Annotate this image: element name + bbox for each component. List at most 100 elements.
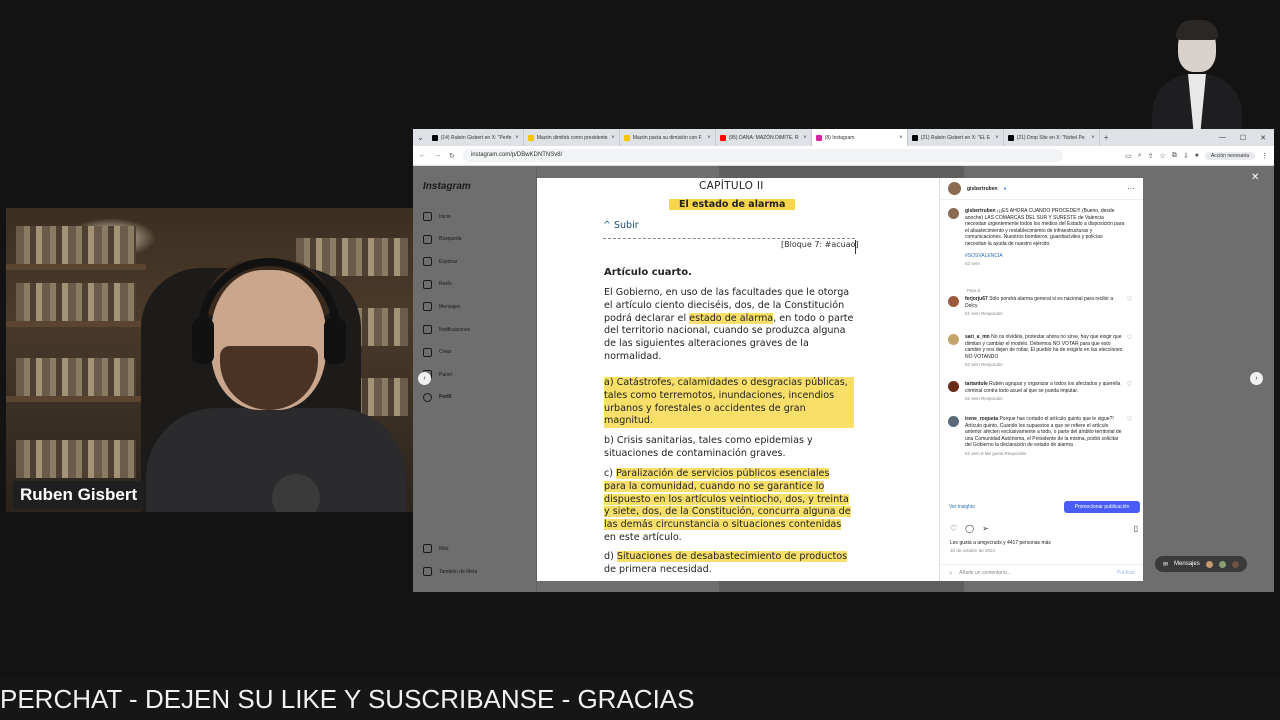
item-c: c) Paralización de servicios públicos es…	[604, 468, 851, 543]
new-tab-button[interactable]: +	[1100, 133, 1113, 142]
sidebar-item-búsqueda[interactable]: Búsqueda	[423, 234, 462, 244]
next-arrow-icon[interactable]: ›	[1250, 372, 1263, 385]
sidebar-item-perfil[interactable]: Perfil	[423, 392, 452, 402]
chapter-heading: CAPÍTULO II	[699, 180, 764, 192]
emoji-icon[interactable]: ☺	[948, 570, 953, 576]
comment-meta: 52 sem Responder	[965, 362, 1004, 368]
post-author[interactable]: gisbertruben	[967, 186, 998, 192]
messages-pill[interactable]: ✉ Mensajes	[1155, 556, 1247, 572]
downloads-icon[interactable]: ⇩	[1183, 152, 1189, 160]
sidebar-item-label: Explorar	[439, 258, 458, 265]
comment-like-icon[interactable]: ♡	[1127, 416, 1132, 423]
insights-link[interactable]: Ver insights	[949, 504, 975, 510]
promote-button[interactable]: Promocionar publicación	[1064, 501, 1140, 513]
reload-icon[interactable]: ↻	[449, 152, 455, 160]
profile-icon[interactable]: ●	[1195, 152, 1199, 159]
close-tab-icon[interactable]: ×	[803, 135, 807, 141]
bookmark-star-icon[interactable]: ☆	[1160, 152, 1166, 160]
url-input[interactable]: instagram.com/p/DBwKDNTNSv8/	[462, 149, 1063, 162]
avatar[interactable]	[948, 416, 959, 427]
close-tab-icon[interactable]: ×	[899, 135, 903, 141]
close-tab-icon[interactable]: ×	[995, 135, 999, 141]
like-icon[interactable]: ♡	[950, 524, 957, 533]
maximize-icon[interactable]: ☐	[1240, 134, 1246, 142]
avatar[interactable]	[948, 334, 959, 345]
comment-like-icon[interactable]: ♡	[1127, 296, 1132, 303]
comment-user[interactable]: ferjorju67	[965, 296, 988, 302]
x-icon	[431, 134, 438, 141]
minimize-icon[interactable]: —	[1219, 134, 1226, 142]
browser-tab[interactable]: (8) Instagram ×	[811, 129, 908, 146]
sidebar-item-crear[interactable]: Crear	[423, 347, 452, 357]
comment-icon[interactable]: ◯	[965, 524, 974, 533]
host-photo	[1148, 18, 1244, 130]
sidebar-item-explorar[interactable]: Explorar	[423, 257, 458, 267]
verified-icon: ●	[1003, 185, 1007, 192]
avatar[interactable]	[948, 381, 959, 392]
browser-tab[interactable]: (21) Rubén Gisbert en X: "EL E ×	[908, 129, 1004, 146]
sidebar-item-notificaciones[interactable]: Notificaciones	[423, 325, 470, 334]
likes-count[interactable]: Les gusta a amgvcruds y 4417 personas má…	[950, 540, 1051, 546]
add-comment-bar: ☺ Añade un comentario... Publicar	[940, 564, 1143, 581]
browser-tab[interactable]: Mazón dimitirá como presidente ×	[524, 129, 620, 146]
avatar[interactable]	[948, 296, 959, 307]
bloque-label: [Bloque 7: #acuao]	[781, 240, 859, 249]
avatar	[1205, 560, 1213, 568]
tab-label: (21) Rubén Gisbert en X: "EL E	[920, 134, 991, 141]
comment-like-icon[interactable]: ♡	[1127, 334, 1132, 341]
action-needed-button[interactable]: Acción necesaria	[1204, 151, 1255, 160]
cast-icon[interactable]: ▭	[1125, 152, 1132, 160]
more-options-icon[interactable]: ···	[1127, 184, 1135, 193]
sidebar-item-bottom[interactable]: Más	[423, 544, 448, 553]
avatar[interactable]	[948, 208, 959, 219]
browser-tab[interactable]: (14) Rubén Gisbert en X: "Perfe ×	[428, 129, 524, 146]
close-icon[interactable]: ✕	[1251, 172, 1259, 183]
close-tab-icon[interactable]: ×	[515, 135, 519, 141]
publish-button[interactable]: Publicar	[1117, 570, 1135, 576]
back-icon[interactable]: ←	[419, 152, 426, 159]
comment: irene_roqueta Porque has cortado el artí…	[948, 416, 1138, 458]
comment-meta: 52 sem Responder	[965, 396, 1004, 402]
tab-label: (95) DANA: MAZÓN DIMITE. R	[728, 134, 799, 141]
close-tab-icon[interactable]: ×	[1091, 135, 1095, 141]
zoom-icon[interactable]: ⌕	[1138, 152, 1142, 160]
comment-user[interactable]: irene_roqueta	[965, 416, 998, 422]
comment-user[interactable]: sari_a_mn	[965, 334, 990, 340]
sidebar-item-bottom[interactable]: También de Meta	[423, 567, 477, 576]
sidebar-item-inicio[interactable]: Inicio	[423, 212, 451, 221]
forward-icon[interactable]: →	[434, 152, 441, 159]
close-tab-icon[interactable]: ×	[611, 135, 615, 141]
share-icon[interactable]: ⇪	[1148, 152, 1154, 160]
browser-tab[interactable]: (21) Drop Site en X: "Nobel Pe ×	[1004, 129, 1100, 146]
comment: tartantule Rubén agrupar y organizar a t…	[948, 381, 1138, 403]
comment-like-icon[interactable]: ♡	[1127, 381, 1132, 388]
avatar-icon	[423, 392, 432, 402]
sidebar-item-mensajes[interactable]: Mensajes	[423, 302, 461, 312]
comment-user[interactable]: tartantule	[965, 381, 988, 387]
webcam-name-tag: Ruben Gisbert	[13, 481, 145, 509]
close-tab-icon[interactable]: ×	[707, 135, 711, 141]
browser-window: ⌄ (14) Rubén Gisbert en X: "Perfe × Mazón …	[413, 129, 1274, 592]
sidebar-item-reels[interactable]: Reels	[423, 279, 452, 289]
see-translation[interactable]: Para ti	[967, 288, 980, 293]
browser-tab[interactable]: (95) DANA: MAZÓN DIMITE. R ×	[716, 129, 812, 146]
address-bar: ← → ↻ instagram.com/p/DBwKDNTNSv8/ ▭ ⌕ ⇪…	[413, 146, 1274, 166]
tab-search-icon[interactable]: ⌄	[413, 133, 428, 142]
hashtag-link[interactable]: #SOSVALENCIA	[965, 253, 1125, 260]
caption-user[interactable]: gisbertruben	[965, 208, 996, 214]
prev-arrow-icon[interactable]: ‹	[418, 372, 431, 385]
close-window-icon[interactable]: ✕	[1260, 134, 1266, 142]
instagram-logo[interactable]: Instagram	[423, 181, 471, 192]
comment-meta: 51 sem Responder	[965, 311, 1004, 317]
menu-dots-icon[interactable]: ⋮	[1261, 152, 1268, 160]
meta-icon	[423, 567, 432, 576]
avatar[interactable]	[948, 182, 961, 195]
save-icon[interactable]: ▯	[1134, 524, 1138, 533]
post-actions: ♡ ◯ ➢ ▯	[950, 524, 1138, 533]
comment-input[interactable]: Añade un comentario...	[959, 570, 1011, 576]
messenger-icon: ✉	[1163, 561, 1169, 568]
sidebar-item-label: Mensajes	[439, 303, 461, 310]
browser-tab[interactable]: Mazón pacta su dimisión con F ×	[620, 129, 716, 146]
share-icon[interactable]: ➢	[982, 524, 989, 533]
extensions-icon[interactable]: ⧉	[1172, 152, 1177, 160]
